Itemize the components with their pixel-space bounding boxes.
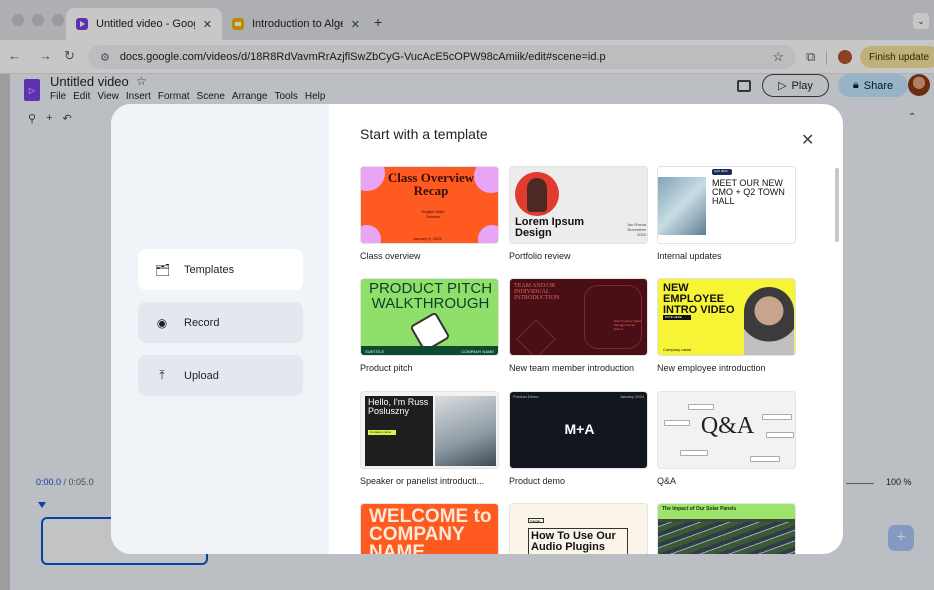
template-caption: Internal updates (657, 251, 722, 261)
thumb-title: TEAM AND/OR INDIVIDUAL INTRODUCTION (514, 283, 560, 301)
template-thumbnail: NEW EMPLOYEE INTRO VIDEO DATE HERE Compa… (657, 278, 796, 356)
template-caption: Class overview (360, 251, 421, 261)
template-card-portfolio-review[interactable]: Lorem Ipsum Design Jon Rocha November 20… (509, 166, 648, 261)
sidebar-item-label: Record (184, 316, 220, 329)
template-thumbnail: The Impact of Our Solar Panels (657, 503, 796, 554)
dialog-heading: Start with a template (360, 126, 488, 142)
template-card-class-overview[interactable]: Class Overview Recap English Math Scienc… (360, 166, 499, 261)
thumb-title: PRODUCT PITCH WALKTHROUGH (368, 280, 493, 312)
upload-icon: ⤒ (159, 368, 165, 382)
template-card-new-team-member[interactable]: TEAM AND/OR INDIVIDUAL INTRODUCTION Web … (509, 278, 648, 373)
thumb-date: DATE HERE (663, 315, 691, 320)
template-thumbnail: Hello, I'm Russ Posluszny Company name (360, 391, 499, 469)
thumb-subtitle: SUBTITLE (365, 349, 385, 354)
template-card-speaker[interactable]: Hello, I'm Russ Posluszny Company name S… (360, 391, 499, 486)
template-thumbnail: TEAM AND/OR INDIVIDUAL INTRODUCTION Web … (509, 278, 648, 356)
template-thumbnail: Class Overview Recap English Math Scienc… (360, 166, 499, 244)
thumb-company: COMPANY NAME (461, 349, 494, 354)
thumb-company: Company name (663, 347, 692, 352)
template-card-welcome[interactable]: WELCOME to COMPANY NAME (360, 503, 499, 554)
template-thumbnail: Q&A (657, 391, 796, 469)
thumb-badge: Company name (368, 430, 396, 435)
thumb-subtitle: English Math Science (421, 209, 445, 219)
template-card-internal-updates[interactable]: April 2024 MEET OUR NEW CMO + Q2 TOWN HA… (657, 166, 796, 261)
thumb-title: WELCOME to COMPANY NAME (369, 506, 492, 554)
thumb-list: Web Producer Sales Manager Social Expert (614, 319, 642, 331)
thumb-title: Hello, I'm Russ Posluszny (368, 397, 429, 416)
sidebar-item-label: Upload (184, 369, 219, 382)
thumb-label: Product Demo (513, 394, 539, 399)
close-dialog-icon[interactable]: ✕ (801, 130, 814, 150)
template-caption: Product pitch (360, 363, 413, 373)
template-caption: Portfolio review (509, 251, 571, 261)
template-scrollbar[interactable] (835, 168, 839, 242)
thumb-title: M+A (564, 421, 595, 437)
thumb-meta: Jon Rocha November 2024 (626, 222, 646, 237)
template-caption: Q&A (657, 476, 677, 486)
record-icon: ◉ (156, 315, 168, 330)
template-thumbnail: Tutorial How To Use Our Audio Plugins (509, 503, 648, 554)
template-caption: Product demo (509, 476, 566, 486)
thumb-title: How To Use Our Audio Plugins (528, 528, 628, 554)
template-card-audio-plugins[interactable]: Tutorial How To Use Our Audio Plugins (509, 503, 648, 554)
thumb-title: NEW EMPLOYEE INTRO VIDEO (663, 282, 735, 316)
thumb-tag: April 2024 (712, 169, 732, 175)
thumb-tag: Tutorial (528, 518, 544, 523)
template-caption: New team member introduction (509, 363, 635, 373)
template-dialog: 🗂︎ Templates ◉ Record ⤒ Upload Start wit… (111, 104, 843, 554)
template-card-new-employee[interactable]: NEW EMPLOYEE INTRO VIDEO DATE HERE Compa… (657, 278, 796, 373)
template-card-qa[interactable]: Q&A Q&A (657, 391, 796, 486)
template-thumbnail: April 2024 MEET OUR NEW CMO + Q2 TOWN HA… (657, 166, 796, 244)
dialog-sidebar: 🗂︎ Templates ◉ Record ⤒ Upload (111, 104, 329, 554)
template-card-solar-panels[interactable]: The Impact of Our Solar Panels (657, 503, 796, 554)
thumb-title: MEET OUR NEW CMO + Q2 TOWN HALL (712, 178, 785, 206)
template-card-product-pitch[interactable]: PRODUCT PITCH WALKTHROUGH SUBTITLE COMPA… (360, 278, 499, 373)
template-thumbnail: Lorem Ipsum Design Jon Rocha November 20… (509, 166, 648, 244)
template-thumbnail: PRODUCT PITCH WALKTHROUGH SUBTITLE COMPA… (360, 278, 499, 356)
template-card-product-demo[interactable]: Product Demo January 2024 M+A Product de… (509, 391, 648, 486)
template-thumbnail: WELCOME to COMPANY NAME (360, 503, 499, 554)
template-thumbnail: Product Demo January 2024 M+A (509, 391, 648, 469)
thumb-title: Lorem Ipsum Design (515, 216, 585, 239)
thumb-title: Class Overview Recap (387, 170, 475, 198)
sidebar-item-upload[interactable]: ⤒ Upload (138, 355, 303, 396)
templates-icon: 🗂︎ (155, 262, 171, 277)
thumb-title: The Impact of Our Solar Panels (662, 506, 737, 512)
thumb-date: January 9, 2024 (413, 236, 442, 241)
thumb-date: January 2024 (619, 394, 644, 399)
template-caption: New employee introduction (657, 363, 766, 373)
template-caption: Speaker or panelist introducti... (360, 476, 485, 486)
sidebar-item-record[interactable]: ◉ Record (138, 302, 303, 343)
sidebar-item-templates[interactable]: 🗂︎ Templates (138, 249, 303, 290)
sidebar-item-label: Templates (184, 263, 235, 276)
